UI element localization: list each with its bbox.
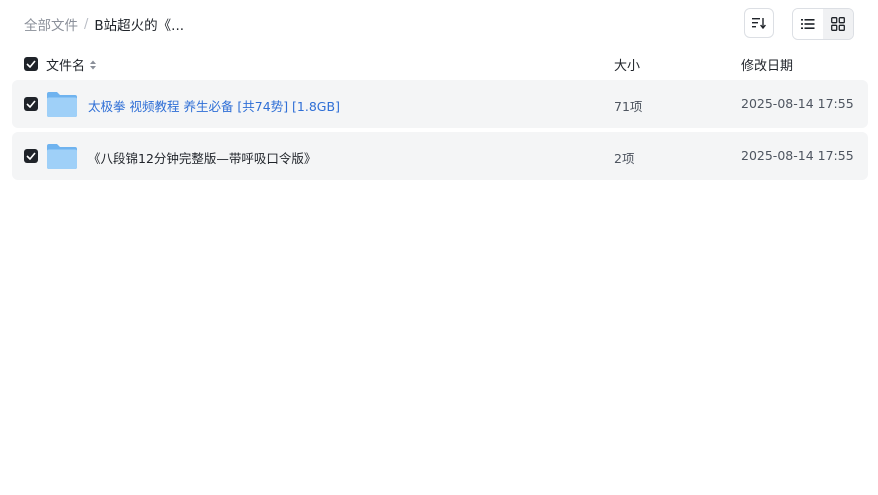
file-name[interactable]: 《八段锦12分钟完整版—带呼吸口令版》: [88, 148, 316, 167]
view-switch: [792, 8, 854, 40]
file-date: 2025-08-14 17:55: [741, 96, 854, 111]
checkmark-icon: [26, 100, 36, 108]
breadcrumb-separator: /: [84, 16, 89, 32]
file-browser: 全部文件 / B站超火的《... 文件名 大小 修改日期 太极拳 视频教程 养生…: [0, 0, 878, 495]
folder-icon: [47, 92, 77, 117]
folder-icon: [47, 144, 77, 169]
file-row[interactable]: 太极拳 视频教程 养生必备 [共74势] [1.8GB] 71项 2025-08…: [12, 80, 868, 128]
name-column-label: 文件名: [46, 59, 86, 74]
grid-view-button[interactable]: [823, 9, 853, 39]
grid-view-icon: [831, 17, 845, 31]
sort-caret-icon: [89, 59, 97, 71]
name-column-header[interactable]: 文件名: [46, 55, 97, 74]
breadcrumb-current: B站超火的《...: [94, 18, 185, 34]
row-checkbox[interactable]: [24, 97, 38, 111]
file-size: 2项: [614, 151, 635, 166]
file-name-link[interactable]: 太极拳 视频教程 养生必备 [共74势] [1.8GB]: [88, 96, 340, 115]
select-all-checkbox[interactable]: [24, 57, 38, 71]
checkmark-icon: [26, 60, 36, 68]
file-row[interactable]: 《八段锦12分钟完整版—带呼吸口令版》 2项 2025-08-14 17:55: [12, 132, 868, 180]
column-header: 文件名 大小 修改日期: [0, 52, 878, 76]
breadcrumb-root-link[interactable]: 全部文件: [24, 14, 78, 34]
file-date: 2025-08-14 17:55: [741, 148, 854, 163]
sort-descending-icon: [752, 18, 766, 29]
row-checkbox[interactable]: [24, 149, 38, 163]
list-view-icon: [801, 19, 815, 29]
sort-button[interactable]: [744, 8, 774, 38]
date-column-header[interactable]: 修改日期: [741, 55, 793, 74]
list-view-button[interactable]: [793, 9, 823, 39]
checkmark-icon: [26, 152, 36, 160]
size-column-header[interactable]: 大小: [614, 55, 640, 74]
file-size: 71项: [614, 99, 643, 114]
breadcrumb: 全部文件 / B站超火的《...: [24, 14, 185, 35]
